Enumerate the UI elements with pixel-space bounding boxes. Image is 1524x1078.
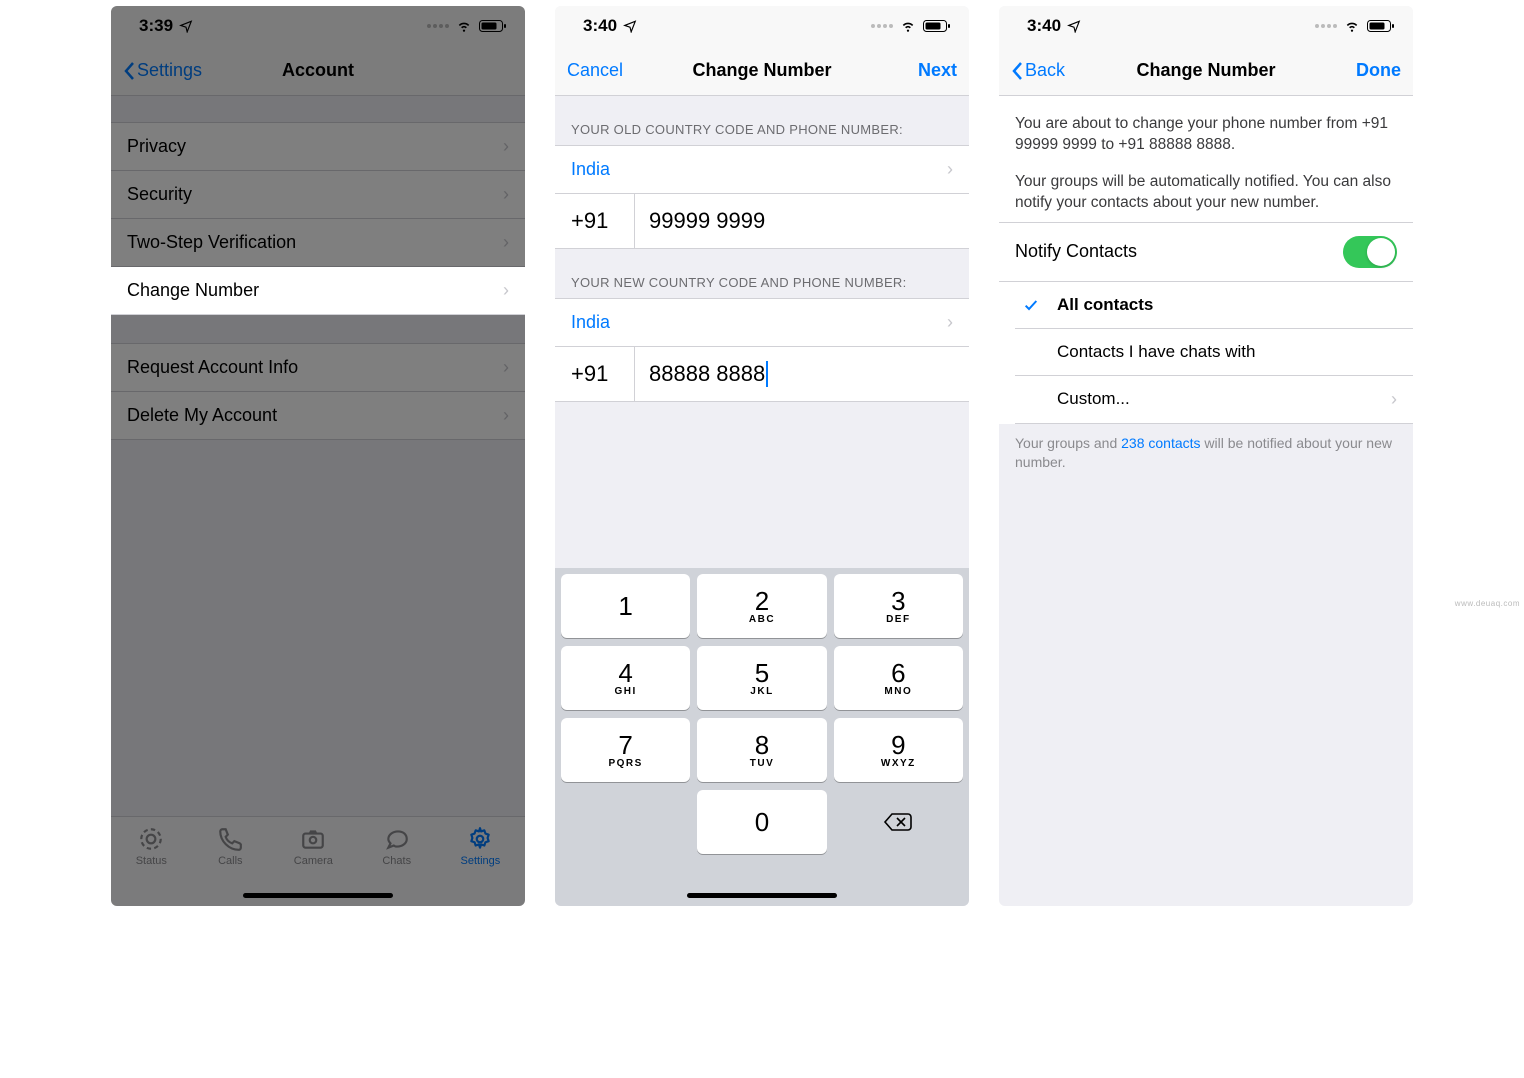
notify-contacts-row: Notify Contacts <box>999 223 1413 282</box>
chevron-right-icon: › <box>503 405 509 426</box>
status-bar: 3:39 <box>111 6 525 46</box>
camera-icon <box>299 825 327 853</box>
back-label: Settings <box>137 60 202 81</box>
done-button[interactable]: Done <box>1356 60 1401 81</box>
option-all-contacts[interactable]: All contacts <box>1015 282 1413 329</box>
account-options-group-1: Privacy› Security› Two-Step Verification… <box>111 122 525 315</box>
battery-icon <box>1367 19 1395 33</box>
key-2[interactable]: 2ABC <box>697 574 826 638</box>
cellular-dots-icon <box>871 24 893 28</box>
tab-settings[interactable]: Settings <box>461 825 501 867</box>
chevron-right-icon: › <box>503 357 509 378</box>
next-button[interactable]: Next <box>918 60 957 81</box>
wifi-icon <box>1343 19 1361 33</box>
account-options-group-2: Request Account Info› Delete My Account› <box>111 343 525 440</box>
status-bar: 3:40 <box>999 6 1413 46</box>
key-9[interactable]: 9WXYZ <box>834 718 963 782</box>
old-country-row[interactable]: India › <box>555 145 969 194</box>
cellular-dots-icon <box>427 24 449 28</box>
tab-chats[interactable]: Chats <box>382 825 411 867</box>
status-time: 3:40 <box>1027 16 1061 36</box>
nav-bar: Cancel Change Number Next <box>555 46 969 96</box>
chevron-right-icon: › <box>503 280 509 301</box>
status-bar: 3:40 <box>555 6 969 46</box>
new-country-row[interactable]: India › <box>555 298 969 347</box>
old-country-code-input[interactable]: +91 <box>555 194 635 248</box>
key-backspace[interactable] <box>834 790 963 854</box>
back-button[interactable]: Back <box>1011 60 1065 81</box>
status-icon <box>137 825 165 853</box>
account-settings-screen: 3:39 Settings Account Privacy› Security›… <box>111 6 525 906</box>
numeric-keypad: 1 2ABC 3DEF 4GHI 5JKL 6MNO 7PQRS 8TUV 9W… <box>555 568 969 906</box>
key-8[interactable]: 8TUV <box>697 718 826 782</box>
chevron-right-icon: › <box>503 232 509 253</box>
old-number-row: +91 99999 9999 <box>555 194 969 249</box>
key-5[interactable]: 5JKL <box>697 646 826 710</box>
notify-contacts-label: Notify Contacts <box>1015 241 1137 262</box>
chevron-left-icon <box>123 61 135 81</box>
watermark: www.deuaq.com <box>1455 599 1520 608</box>
backspace-icon <box>883 811 913 833</box>
key-4[interactable]: 4GHI <box>561 646 690 710</box>
location-icon <box>623 19 637 33</box>
status-time: 3:39 <box>139 16 173 36</box>
notify-options-group: All contacts Contacts I have chats with … <box>999 282 1413 424</box>
home-indicator[interactable] <box>243 893 393 898</box>
chevron-right-icon: › <box>503 136 509 157</box>
battery-icon <box>479 19 507 33</box>
old-number-section-header: YOUR OLD COUNTRY CODE AND PHONE NUMBER: <box>555 96 969 145</box>
new-number-section-header: YOUR NEW COUNTRY CODE AND PHONE NUMBER: <box>555 249 969 298</box>
change-number-explanation: You are about to change your phone numbe… <box>999 96 1413 223</box>
checkmark-icon <box>1023 297 1039 313</box>
privacy-row[interactable]: Privacy› <box>111 122 525 171</box>
key-0[interactable]: 0 <box>697 790 826 854</box>
wifi-icon <box>455 19 473 33</box>
option-chats-contacts[interactable]: Contacts I have chats with <box>1015 329 1413 376</box>
wifi-icon <box>899 19 917 33</box>
key-blank <box>561 790 690 854</box>
old-phone-number-input[interactable]: 99999 9999 <box>635 194 969 248</box>
chevron-left-icon <box>1011 61 1023 81</box>
tab-camera[interactable]: Camera <box>294 825 333 867</box>
nav-bar: Back Change Number Done <box>999 46 1413 96</box>
chevron-right-icon: › <box>503 184 509 205</box>
chevron-right-icon: › <box>947 312 953 333</box>
cancel-button[interactable]: Cancel <box>567 60 623 81</box>
cellular-dots-icon <box>1315 24 1337 28</box>
chat-icon <box>383 825 411 853</box>
text-cursor <box>766 361 768 387</box>
key-3[interactable]: 3DEF <box>834 574 963 638</box>
status-time: 3:40 <box>583 16 617 36</box>
tab-status[interactable]: Status <box>136 825 167 867</box>
tab-calls[interactable]: Calls <box>216 825 244 867</box>
delete-account-row[interactable]: Delete My Account› <box>111 392 525 440</box>
back-button[interactable]: Settings <box>123 60 202 81</box>
key-6[interactable]: 6MNO <box>834 646 963 710</box>
key-1[interactable]: 1 <box>561 574 690 638</box>
phone-icon <box>216 825 244 853</box>
notify-footer-note: Your groups and 238 contacts will be not… <box>999 424 1413 482</box>
location-icon <box>1067 19 1081 33</box>
change-number-confirm-screen: 3:40 Back Change Number Done You are abo… <box>999 6 1413 906</box>
new-phone-number-input[interactable]: 88888 8888 <box>635 347 969 401</box>
request-account-info-row[interactable]: Request Account Info› <box>111 343 525 392</box>
gear-icon <box>466 825 494 853</box>
battery-icon <box>923 19 951 33</box>
change-number-row[interactable]: Change Number› <box>111 267 525 315</box>
new-number-row: +91 88888 8888 <box>555 347 969 402</box>
option-custom[interactable]: Custom... › <box>1015 376 1413 424</box>
chevron-right-icon: › <box>1391 389 1397 410</box>
change-number-input-screen: 3:40 Cancel Change Number Next YOUR OLD … <box>555 6 969 906</box>
contacts-count-link[interactable]: 238 contacts <box>1121 435 1200 451</box>
home-indicator[interactable] <box>687 893 837 898</box>
notify-contacts-toggle[interactable] <box>1343 236 1397 268</box>
key-7[interactable]: 7PQRS <box>561 718 690 782</box>
location-icon <box>179 19 193 33</box>
nav-bar: Settings Account <box>111 46 525 96</box>
two-step-verification-row[interactable]: Two-Step Verification› <box>111 219 525 267</box>
new-country-code-input[interactable]: +91 <box>555 347 635 401</box>
security-row[interactable]: Security› <box>111 171 525 219</box>
chevron-right-icon: › <box>947 159 953 180</box>
